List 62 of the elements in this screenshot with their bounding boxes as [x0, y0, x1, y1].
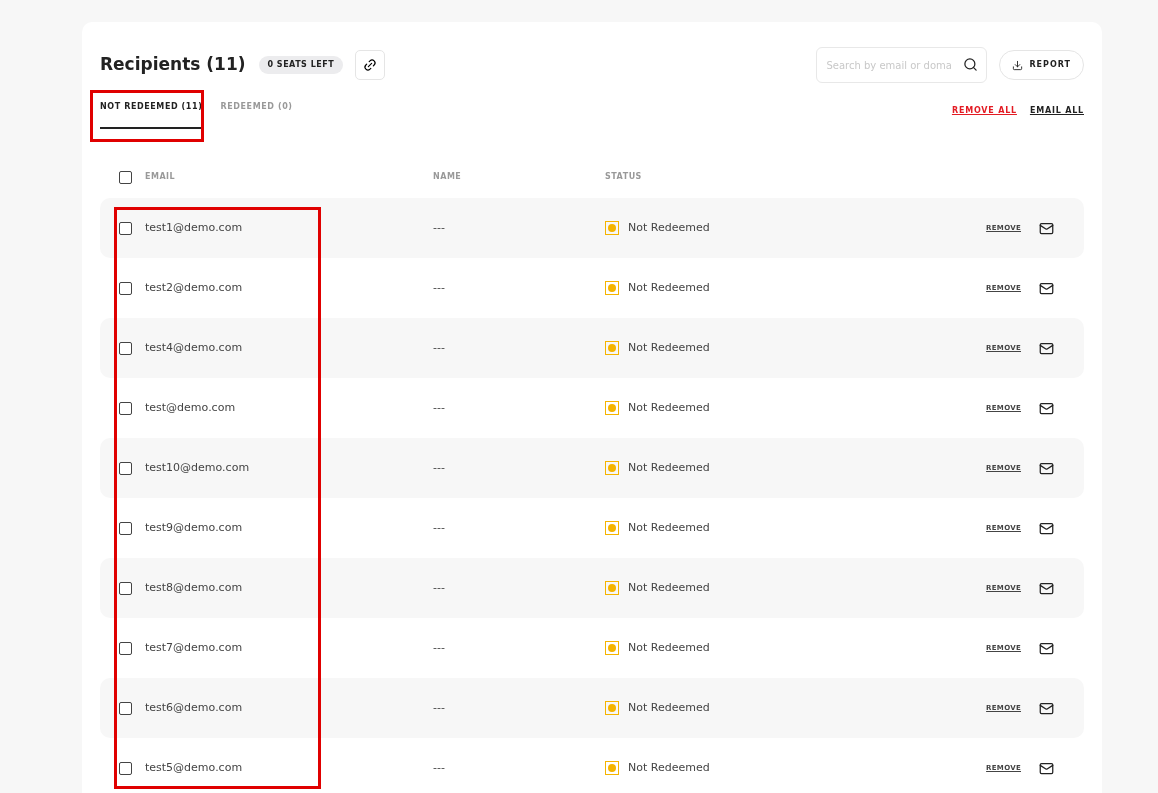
column-header: STATUS	[605, 171, 642, 183]
checkbox[interactable]	[119, 170, 132, 184]
status-text: Not Redeemed	[628, 639, 710, 656]
column-header: EMAIL	[145, 171, 177, 183]
mail-icon[interactable]	[1039, 700, 1054, 716]
mail-icon[interactable]	[1039, 640, 1054, 656]
mail-icon[interactable]	[1039, 520, 1054, 536]
column-header: NAME	[433, 171, 463, 183]
name-cell-text: ---	[433, 639, 446, 656]
email-cell-text: test7@demo.com	[145, 639, 244, 656]
seats-badge: 0 SEATS LEFT	[258, 56, 344, 74]
checkbox[interactable]	[119, 581, 132, 595]
search-icon	[963, 57, 979, 72]
name-cell-text: ---	[433, 519, 446, 536]
checkbox[interactable]	[119, 521, 132, 535]
status-text: Not Redeemed	[628, 699, 710, 716]
email-cell-text: test6@demo.com	[145, 699, 244, 716]
status-text: Not Redeemed	[628, 459, 710, 476]
remove-all-link[interactable]: REMOVE ALL	[951, 105, 1017, 117]
copy-link-button[interactable]	[355, 50, 386, 80]
email-all-link[interactable]: EMAIL ALL	[1029, 105, 1084, 117]
mail-icon[interactable]	[1039, 340, 1054, 356]
page-title: Recipients (11)	[100, 53, 246, 77]
download-icon	[1012, 59, 1024, 71]
status-text: Not Redeemed	[628, 399, 710, 416]
status-text: Not Redeemed	[628, 579, 710, 596]
checkbox[interactable]	[119, 401, 132, 415]
email-cell-text: test8@demo.com	[145, 579, 244, 596]
mail-icon[interactable]	[1039, 460, 1054, 476]
email-cell-text: test9@demo.com	[145, 519, 244, 536]
mail-icon[interactable]	[1039, 220, 1054, 236]
mail-icon[interactable]	[1039, 400, 1054, 416]
email-cell-text: test10@demo.com	[145, 459, 251, 476]
email-cell-text: test5@demo.com	[145, 759, 244, 776]
name-cell-text: ---	[433, 699, 446, 716]
checkbox[interactable]	[119, 701, 132, 715]
name-cell-text: ---	[433, 339, 446, 356]
name-cell-text: ---	[433, 219, 446, 236]
checkbox[interactable]	[119, 761, 132, 775]
mail-icon[interactable]	[1039, 760, 1054, 776]
mail-icon[interactable]	[1039, 580, 1054, 596]
checkbox[interactable]	[119, 281, 132, 295]
status-text: Not Redeemed	[628, 519, 710, 536]
tab[interactable]: NOT REDEEMED (11)	[100, 97, 203, 129]
status-text: Not Redeemed	[628, 219, 710, 236]
status-text: Not Redeemed	[628, 339, 710, 356]
status-text: Not Redeemed	[628, 279, 710, 296]
name-cell-text: ---	[433, 579, 446, 596]
checkbox[interactable]	[119, 641, 132, 655]
name-cell-text: ---	[433, 459, 446, 476]
email-cell-text: test@demo.com	[145, 399, 237, 416]
email-cell-text: test1@demo.com	[145, 219, 244, 236]
name-cell-text: ---	[433, 399, 446, 416]
email-cell-text: test4@demo.com	[145, 339, 244, 356]
email-cell-text: test2@demo.com	[145, 279, 244, 296]
name-cell-text: ---	[433, 759, 446, 776]
checkbox[interactable]	[119, 221, 132, 235]
checkbox[interactable]	[119, 341, 132, 355]
checkbox[interactable]	[119, 461, 132, 475]
name-cell-text: ---	[433, 279, 446, 296]
mail-icon[interactable]	[1039, 280, 1054, 296]
status-text: Not Redeemed	[628, 759, 710, 776]
